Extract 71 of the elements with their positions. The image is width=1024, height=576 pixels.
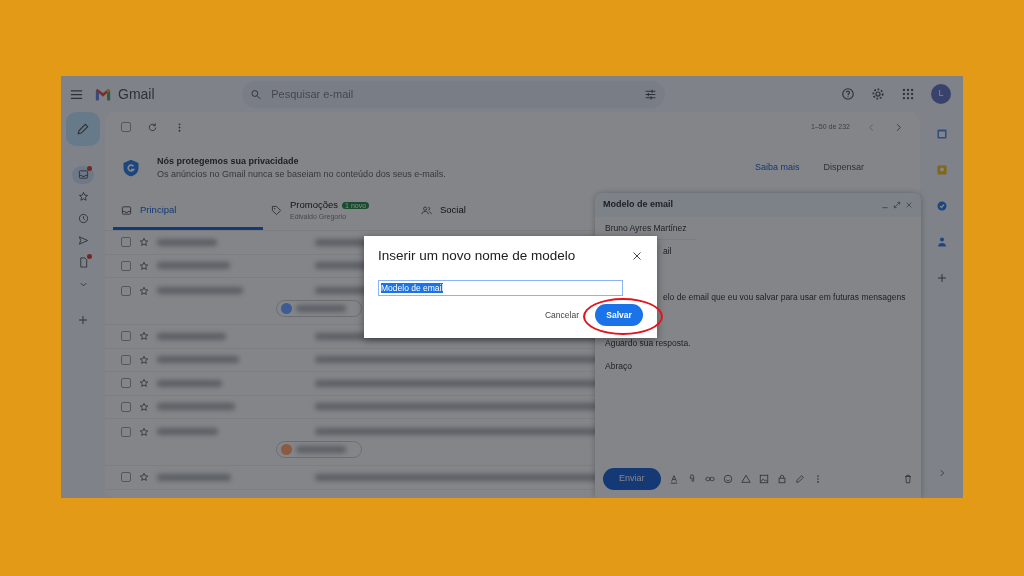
compose-button[interactable] [66, 112, 100, 146]
row-checkbox[interactable] [121, 331, 131, 342]
inbox-tab[interactable]: Principal [113, 194, 263, 230]
row-checkbox[interactable] [121, 285, 131, 296]
row-checkbox[interactable] [121, 260, 131, 271]
lock-icon[interactable] [776, 474, 787, 484]
compose-title: Modelo de email [603, 198, 673, 212]
person-icon[interactable] [935, 236, 948, 248]
row-checkbox[interactable] [121, 401, 131, 412]
inbox-icon [121, 205, 132, 216]
refresh-icon[interactable] [147, 121, 158, 133]
learn-more-link[interactable]: Saiba mais [754, 161, 800, 175]
tag-icon [271, 205, 282, 216]
pencil-icon [76, 122, 90, 136]
image-icon[interactable] [758, 474, 769, 484]
star-icon [77, 191, 89, 203]
search-icon [249, 87, 262, 101]
trash-icon[interactable] [903, 474, 913, 484]
compose-text: elo de email que eu vou salvar para usar em futuras mensagens [663, 291, 907, 304]
calendar-icon[interactable] [935, 128, 948, 140]
star-icon[interactable] [139, 260, 149, 271]
save-button[interactable]: Salvar [595, 304, 643, 326]
row-checkbox[interactable] [121, 354, 131, 365]
row-checkbox[interactable] [121, 237, 131, 248]
nav-item[interactable] [72, 166, 94, 184]
search-bar[interactable]: Pesquisar e-mail [241, 80, 665, 108]
star-icon[interactable] [139, 354, 149, 365]
inbox-tab[interactable]: Social [413, 194, 563, 230]
select-checkbox[interactable] [121, 122, 131, 132]
row-checkbox[interactable] [121, 472, 131, 483]
expand-icon[interactable] [893, 201, 901, 209]
cancel-button[interactable]: Cancelar [544, 308, 579, 322]
dialog-title: Inserir um novo nome de modelo [378, 248, 576, 265]
send-button[interactable]: Enviar [603, 468, 661, 490]
tasks-icon[interactable] [935, 200, 948, 212]
star-icon[interactable] [139, 331, 149, 342]
apps-grid-icon[interactable] [901, 87, 915, 101]
plus-icon[interactable] [935, 272, 948, 284]
star-icon[interactable] [139, 401, 149, 412]
star-icon[interactable] [139, 378, 149, 389]
banner-title: Nós protegemos sua privacidade [157, 154, 300, 168]
compose-text: Aguardo sua resposta. [604, 337, 692, 350]
help-icon[interactable] [841, 87, 855, 101]
star-icon[interactable] [139, 472, 149, 483]
banner-text: Os anúncios no Gmail nunca se baseiam no conteúdo dos seus e-mails. [157, 168, 446, 181]
compose-text: ail [663, 245, 673, 258]
compose-text: Abraço [604, 360, 633, 373]
star-icon[interactable] [139, 285, 149, 296]
dismiss-link[interactable]: Dispensar [823, 161, 864, 175]
app-name: Gmail [118, 84, 155, 104]
star-icon[interactable] [139, 426, 149, 437]
triangle-icon[interactable] [740, 474, 751, 484]
format-text-icon[interactable] [668, 474, 679, 484]
emoji-icon[interactable] [722, 474, 733, 484]
shield-icon [121, 158, 141, 178]
pen-icon[interactable] [794, 474, 805, 484]
lightbulb-icon[interactable] [935, 164, 948, 176]
row-checkbox[interactable] [121, 426, 131, 437]
search-field[interactable]: Pesquisar e-mail [269, 84, 636, 104]
row-checkbox[interactable] [121, 378, 131, 389]
inbox-icon [77, 169, 89, 181]
people-icon [421, 205, 432, 216]
sliders-icon[interactable] [643, 87, 657, 101]
settings-icon[interactable] [871, 87, 885, 101]
clock-icon [77, 213, 89, 225]
name-input[interactable]: Modelo de email [378, 280, 623, 297]
star-icon[interactable] [139, 237, 149, 248]
plus-icon[interactable] [77, 314, 89, 326]
send-icon [77, 235, 89, 247]
file-icon [77, 257, 89, 269]
link-icon[interactable] [704, 474, 715, 484]
